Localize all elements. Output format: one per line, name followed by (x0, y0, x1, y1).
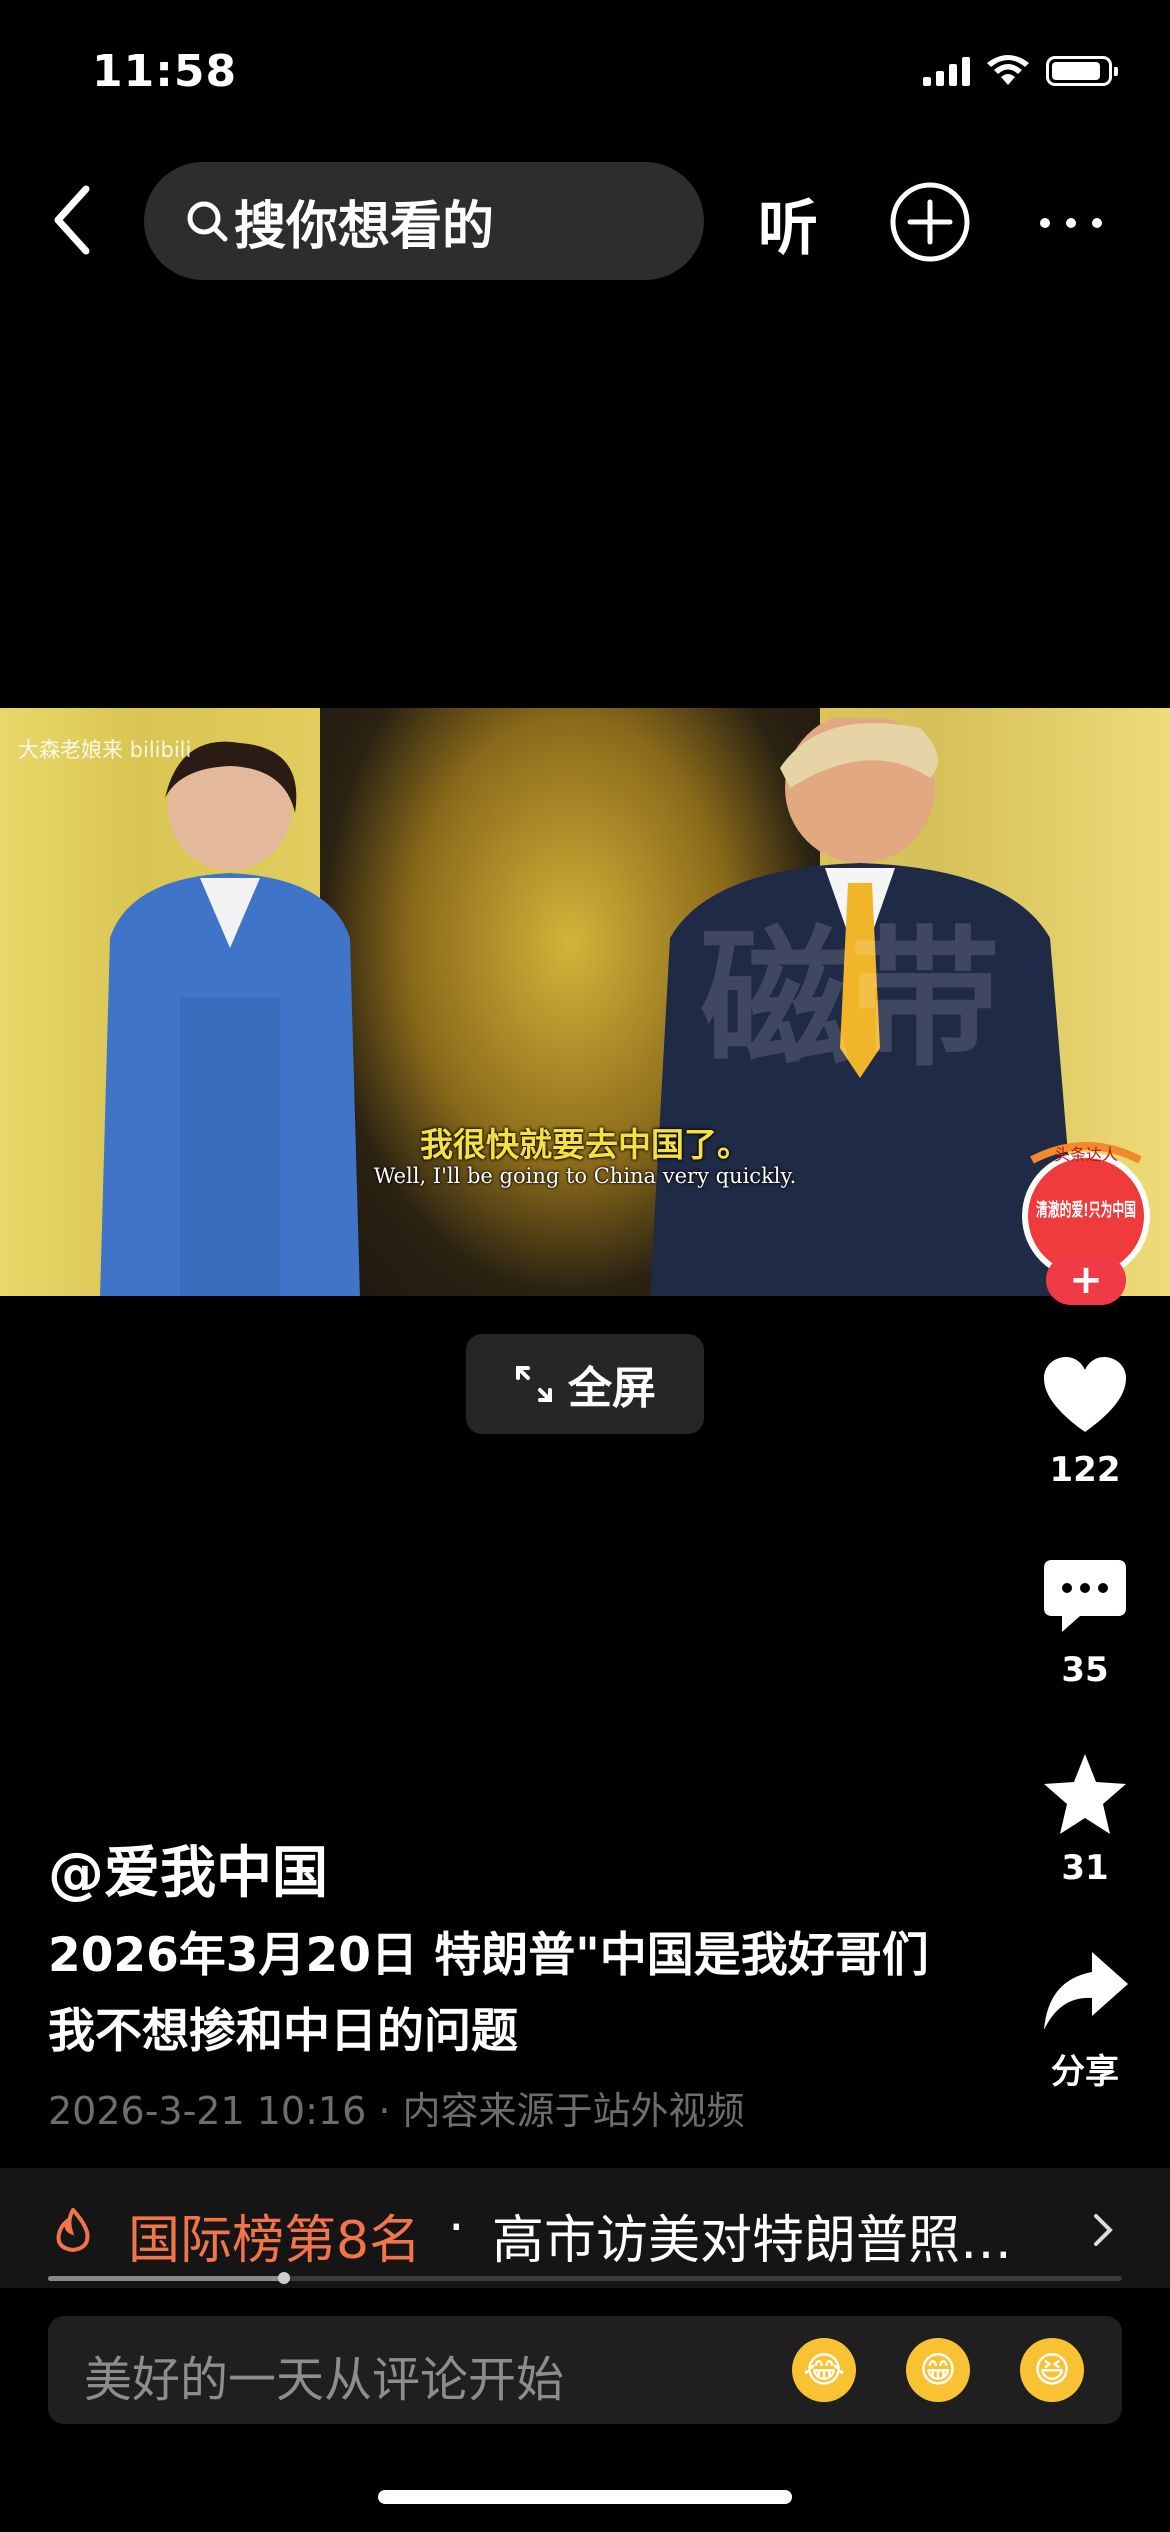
fullscreen-button[interactable]: 全屏 (466, 1334, 704, 1434)
avatar-text: 清澈的爱!只为中国 (1036, 1199, 1136, 1221)
video-big-watermark: 磁带 (700, 913, 1001, 1087)
ranking-banner[interactable]: 国际榜第8名 · 高市访美对特朗普照… (0, 2168, 1170, 2288)
chevron-right-icon (1094, 2214, 1113, 2246)
follow-button[interactable]: + (1046, 1255, 1126, 1305)
back-icon[interactable] (42, 175, 112, 265)
listen-button[interactable]: 听 (758, 180, 818, 267)
battery-icon (1046, 56, 1118, 86)
add-circle-icon[interactable] (888, 180, 972, 264)
rank-label: 国际榜第8名 (128, 2211, 422, 2271)
share-label: 分享 (1051, 2052, 1119, 2092)
video-subtitle-cn: 我很快就要去中国了。 (420, 1125, 750, 1164)
expand-icon (516, 1366, 552, 1402)
comment-placeholder: 美好的一天从评论开始 (84, 2352, 565, 2408)
post-title: 2026年3月20日 特朗普"中国是我好哥们 我不想掺和中日的问题 (48, 1928, 929, 2059)
rank-separator: · (448, 2198, 465, 2258)
comment-icon (1044, 1560, 1126, 1632)
video-person-left (100, 741, 360, 1296)
video-watermark: 大森老娘来 bilibili (18, 738, 192, 762)
author-name[interactable]: @爱我中国 (48, 1828, 328, 1909)
fire-icon (56, 2208, 90, 2252)
like-count: 122 (1049, 1450, 1121, 1490)
progress-fill (48, 2276, 285, 2281)
favorite-button[interactable]: 31 (1030, 1750, 1140, 1888)
avatar-badge-text: 头条达人 (1054, 1145, 1118, 1164)
like-button[interactable]: 122 (1030, 1352, 1140, 1490)
search-placeholder: 搜你想看的 (234, 196, 495, 257)
playback-progress-bar[interactable] (48, 2272, 1122, 2284)
emoji-grin-icon[interactable]: 😁 (906, 2338, 970, 2402)
status-time: 11:58 (92, 46, 238, 97)
emoji-laugh-cry-icon[interactable]: 😂 (792, 2338, 856, 2402)
favorite-count: 31 (1061, 1848, 1109, 1888)
share-arrow-icon (1044, 1952, 1128, 2030)
emoji-laugh-icon[interactable]: 😆 (1020, 2338, 1084, 2402)
share-button[interactable]: 分享 (1030, 1946, 1140, 2093)
more-options-icon[interactable] (1040, 218, 1102, 228)
star-icon (1044, 1754, 1126, 1834)
home-indicator[interactable] (378, 2490, 792, 2504)
search-icon (187, 201, 228, 242)
heart-icon (1044, 1357, 1126, 1432)
post-meta: 2026-3-21 10:16 · 内容来源于站外视频 (48, 2089, 745, 2133)
search-bar[interactable]: 搜你想看的 (144, 162, 704, 280)
cellular-signal-icon (923, 56, 970, 86)
video-subtitle-en: Well, I'll be going to China very quickl… (373, 1164, 797, 1188)
video-player[interactable]: 大森老娘来 bilibili 磁带 我很快就要去中国了。 Well, I'll … (0, 708, 1170, 1296)
fullscreen-label: 全屏 (568, 1363, 656, 1414)
wifi-icon (987, 55, 1029, 85)
status-icons (923, 55, 1118, 87)
comment-count: 35 (1061, 1650, 1109, 1690)
comment-button[interactable]: 35 (1030, 1552, 1140, 1690)
comment-input[interactable]: 美好的一天从评论开始 😂 😁 😆 (48, 2316, 1122, 2424)
rank-topic: 高市访美对特朗普照… (492, 2211, 1013, 2271)
